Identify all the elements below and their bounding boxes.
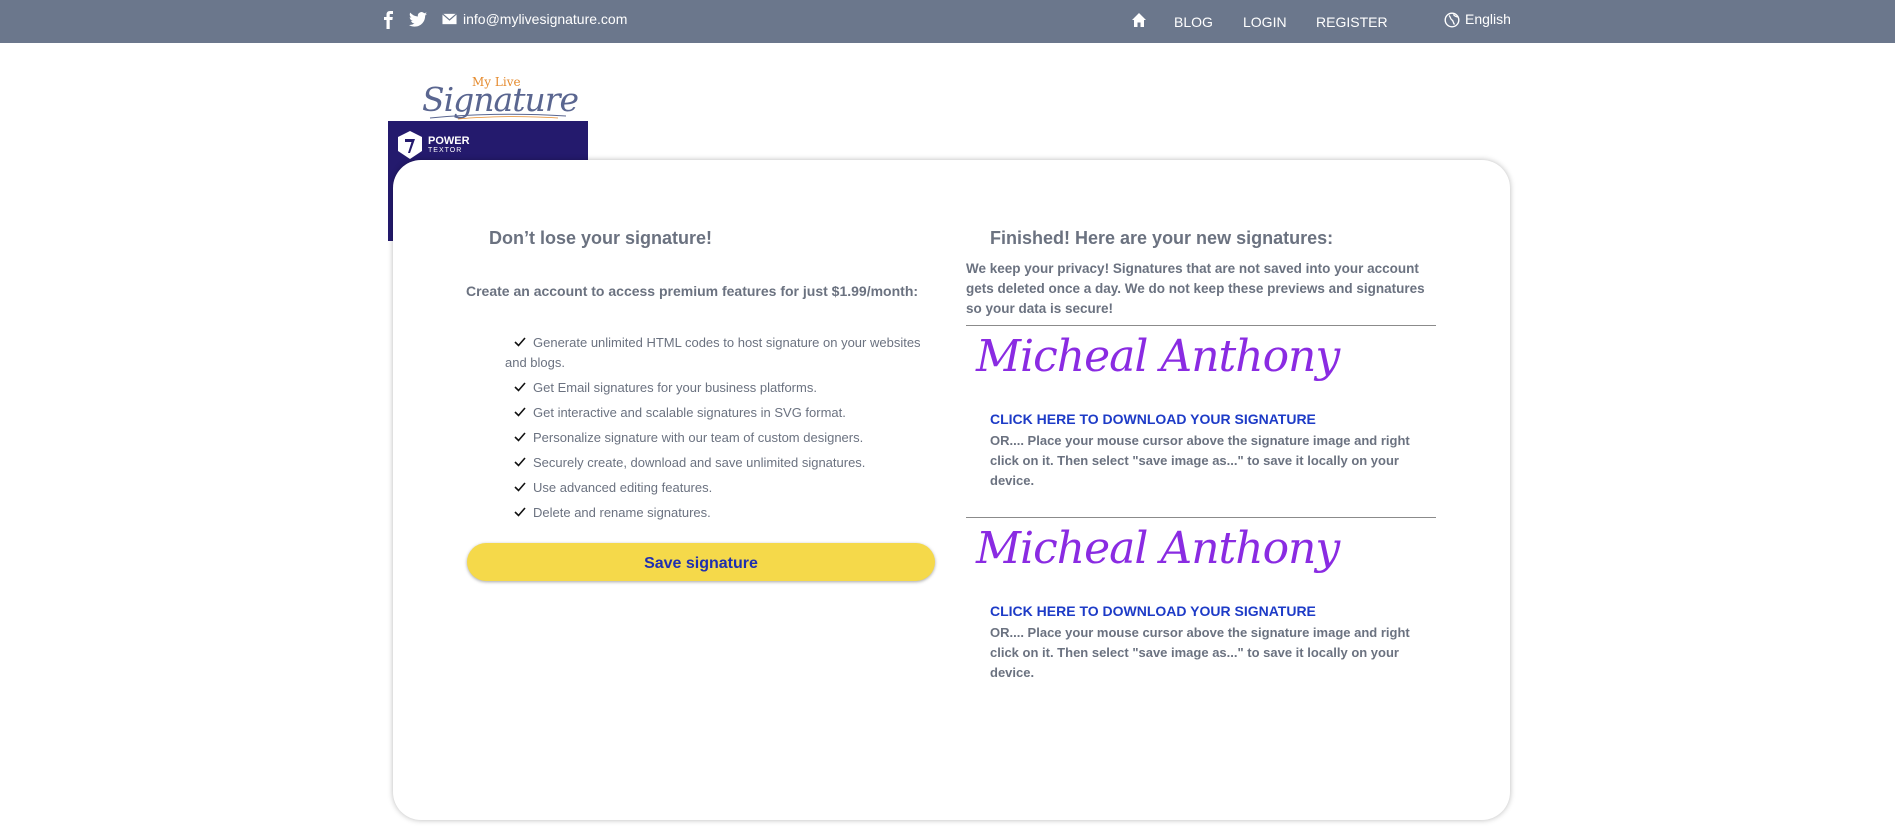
feature-item: Generate unlimited HTML codes to host si… [505, 333, 925, 373]
premium-intro: Create an account to access premium feat… [466, 283, 919, 299]
language-selector[interactable]: English [1465, 11, 1511, 27]
signature-preview-image[interactable]: Micheal Anthony [976, 523, 1340, 574]
check-icon [514, 457, 526, 467]
mail-icon [442, 13, 457, 25]
twitter-icon[interactable] [409, 12, 427, 27]
save-instructions: OR.... Place your mouse cursor above the… [990, 433, 1410, 488]
facebook-icon[interactable] [382, 11, 394, 29]
home-icon[interactable] [1131, 12, 1147, 28]
check-icon [514, 337, 526, 347]
feature-item: Delete and rename signatures. [505, 503, 925, 523]
download-signature-link[interactable]: CLICK HERE TO DOWNLOAD YOUR SIGNATURE [990, 603, 1316, 619]
feature-list: Generate unlimited HTML codes to host si… [505, 333, 925, 528]
check-icon [514, 407, 526, 417]
results-title: Finished! Here are your new signatures: [990, 228, 1334, 248]
nav-blog[interactable]: BLOG [1174, 14, 1213, 30]
left-title: Don’t lose your signature! [489, 228, 713, 248]
feature-item: Personalize signature with our team of c… [505, 428, 925, 448]
contact-email-link[interactable]: info@mylivesignature.com [463, 11, 627, 27]
feature-item: Get interactive and scalable signatures … [505, 403, 925, 423]
feature-text: Personalize signature with our team of c… [533, 430, 864, 445]
divider [966, 325, 1436, 326]
nav-register[interactable]: REGISTER [1316, 14, 1388, 30]
save-signature-button[interactable]: Save signature [467, 543, 935, 581]
save-instructions: OR.... Place your mouse cursor above the… [990, 625, 1410, 680]
ad-subtitle: TEXTOR [428, 147, 463, 154]
top-bar: info@mylivesignature.com BLOG LOGIN REGI… [0, 0, 1895, 43]
power-textor-logo-icon [398, 131, 422, 159]
check-icon [514, 482, 526, 492]
nav-login[interactable]: LOGIN [1243, 14, 1287, 30]
check-icon [514, 507, 526, 517]
download-signature-link[interactable]: CLICK HERE TO DOWNLOAD YOUR SIGNATURE [990, 411, 1316, 427]
feature-text: Get interactive and scalable signatures … [533, 405, 846, 420]
feature-item: Get Email signatures for your business p… [505, 378, 925, 398]
feature-text: Use advanced editing features. [533, 480, 713, 495]
feature-item: Use advanced editing features. [505, 478, 925, 498]
logo-underline [429, 113, 567, 120]
feature-text: Generate unlimited HTML codes to host si… [505, 335, 921, 370]
ad-title: POWER [428, 135, 470, 147]
check-icon [514, 432, 526, 442]
feature-text: Securely create, download and save unlim… [533, 455, 866, 470]
feature-item: Securely create, download and save unlim… [505, 453, 925, 473]
privacy-notice: We keep your privacy! Signatures that ar… [966, 261, 1425, 316]
signature-preview-image[interactable]: Micheal Anthony [976, 331, 1340, 382]
feature-text: Delete and rename signatures. [533, 505, 711, 520]
check-icon [514, 382, 526, 392]
feature-text: Get Email signatures for your business p… [533, 380, 817, 395]
globe-icon [1444, 12, 1460, 28]
divider [966, 517, 1436, 518]
